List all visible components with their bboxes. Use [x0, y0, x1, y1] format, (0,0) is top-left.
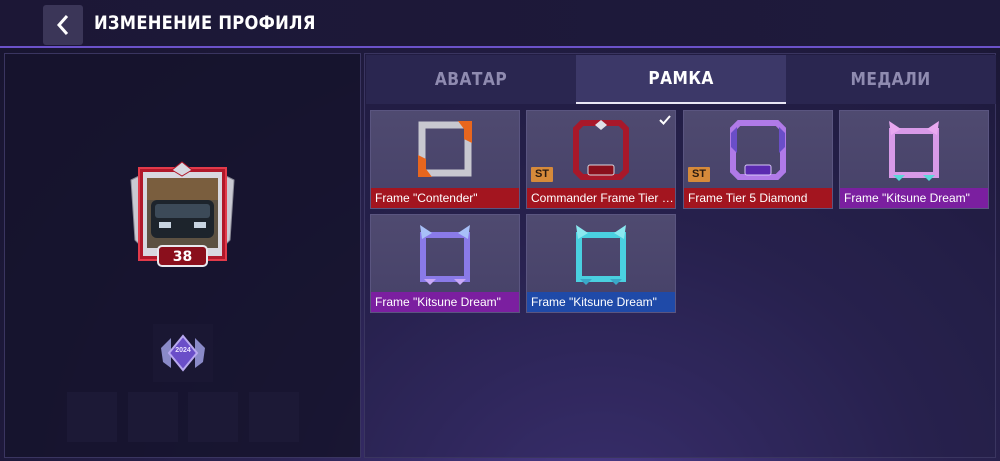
profile-preview-panel: 38 2024: [4, 53, 361, 458]
frame-card[interactable]: Frame "Kitsune Dream": [370, 214, 520, 313]
header-bar: ИЗМЕНЕНИЕ ПРОФИЛЯ: [0, 0, 1000, 48]
frame-kitsune-icon: [889, 121, 939, 181]
tab-label: МЕДАЛИ: [850, 69, 932, 90]
chevron-left-icon: [56, 15, 69, 35]
tab-bar: АВАТАР РАМКА МЕДАЛИ: [366, 55, 996, 104]
frame-label: Frame "Kitsune Dream": [527, 292, 675, 312]
frame-card[interactable]: Frame "Kitsune Dream": [526, 214, 676, 313]
tab-label: РАМКА: [648, 68, 714, 89]
medal-slot-empty[interactable]: [249, 392, 299, 442]
back-button[interactable]: [43, 5, 83, 45]
frame-thumbnail: ST: [684, 111, 832, 188]
medal-slot-empty[interactable]: [128, 392, 178, 442]
tab-label: АВАТАР: [434, 69, 508, 90]
frame-diamond-icon: [730, 120, 786, 180]
page-title: ИЗМЕНЕНИЕ ПРОФИЛЯ: [94, 12, 316, 34]
frame-label: Frame Tier 5 Diamond: [684, 188, 832, 208]
tab-avatar[interactable]: АВАТАР: [366, 55, 576, 104]
frame-label: Commander Frame Tier 5 Silver: [527, 188, 675, 208]
frame-commander-icon: [573, 120, 629, 180]
medal-slot[interactable]: 2024: [153, 324, 213, 382]
medal-year: 2024: [175, 347, 191, 354]
medal-slot-empty[interactable]: [188, 392, 238, 442]
checkmark-icon: [659, 115, 671, 125]
frame-kitsune-icon: [420, 225, 470, 285]
frame-thumbnail: [371, 111, 519, 188]
frame-label: Frame "Contender": [371, 188, 519, 208]
st-badge: ST: [688, 167, 710, 182]
frame-label: Frame "Kitsune Dream": [840, 188, 988, 208]
frame-contender-icon: [418, 121, 472, 177]
avatar-with-frame: 38: [125, 160, 240, 275]
frame-thumbnail: [840, 111, 988, 188]
frame-thumbnail: [371, 215, 519, 292]
frame-kitsune-icon: [576, 225, 626, 285]
frame-thumbnail: [527, 215, 675, 292]
tab-medals[interactable]: МЕДАЛИ: [786, 55, 996, 104]
frame-card[interactable]: ST Frame Tier 5 Diamond: [683, 110, 833, 209]
frame-label: Frame "Kitsune Dream": [371, 292, 519, 312]
frame-card[interactable]: Frame "Kitsune Dream": [839, 110, 989, 209]
st-badge: ST: [531, 167, 553, 182]
medal-slot-empty[interactable]: [67, 392, 117, 442]
level-number: 38: [172, 249, 193, 265]
tab-frame[interactable]: РАМКА: [576, 55, 786, 104]
frame-card[interactable]: ST Commander Frame Tier 5 Silver: [526, 110, 676, 209]
frame-thumbnail: ST: [527, 111, 675, 188]
frame-card[interactable]: Frame "Contender": [370, 110, 520, 209]
